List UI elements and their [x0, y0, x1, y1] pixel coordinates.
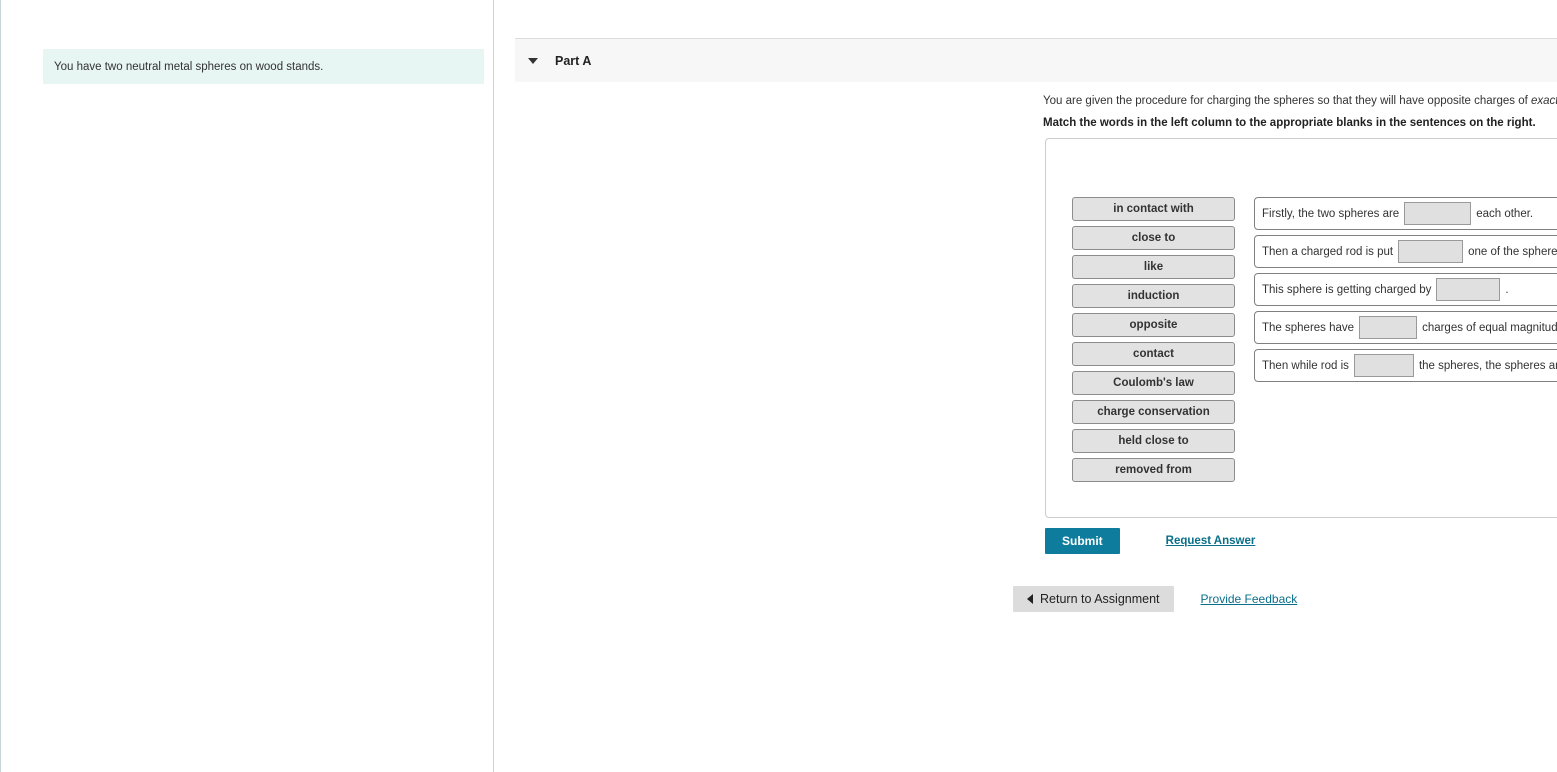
blank-drop-target[interactable]	[1436, 278, 1501, 301]
submit-row: Submit Request Answer	[1045, 528, 1255, 554]
bottom-row: Return to Assignment Provide Feedback	[1013, 586, 1297, 612]
sentence-text-pre: Then while rod is	[1262, 359, 1349, 372]
sentence-text-pre: The spheres have	[1262, 321, 1355, 334]
sentence-row: The spheres have charges of equal magnit…	[1254, 311, 1557, 344]
main-panel: Part A You are given the procedure for c…	[495, 0, 1557, 772]
word-chip[interactable]: like	[1072, 255, 1235, 279]
chevron-down-icon[interactable]	[528, 57, 538, 64]
submit-button[interactable]: Submit	[1045, 528, 1120, 554]
word-chip[interactable]: induction	[1072, 284, 1235, 308]
answer-container: Reset Help in contact with close to like…	[1045, 138, 1557, 518]
sentence-text-pre: Firstly, the two spheres are	[1262, 207, 1400, 220]
assignment-page: Review You have two neutral metal sphere…	[0, 0, 1557, 772]
return-to-assignment-label: Return to Assignment	[1040, 592, 1160, 606]
word-chip[interactable]: contact	[1072, 342, 1235, 366]
word-chip[interactable]: charge conservation	[1072, 400, 1235, 424]
page-title: Part A	[555, 53, 592, 68]
word-chip[interactable]: in contact with	[1072, 197, 1235, 221]
blank-drop-target[interactable]	[1353, 354, 1414, 377]
prompt-instruction: Match the words in the left column to th…	[1043, 117, 1536, 129]
sentence-text-pre: This sphere is getting charged by	[1262, 283, 1432, 296]
word-bank: in contact with close to like induction …	[1072, 197, 1235, 487]
word-chip[interactable]: held close to	[1072, 429, 1235, 453]
sentence-list: Firstly, the two spheres are each other.…	[1254, 197, 1557, 387]
problem-statement: You have two neutral metal spheres on wo…	[43, 49, 484, 84]
request-answer-link[interactable]: Request Answer	[1166, 535, 1256, 547]
prompt-intro-italic: exactly	[1531, 95, 1557, 107]
provide-feedback-link[interactable]: Provide Feedback	[1201, 592, 1298, 606]
sentence-row: Then while rod is the spheres, the spher…	[1254, 349, 1557, 382]
left-panel: You have two neutral metal spheres on wo…	[0, 0, 494, 772]
sentence-text-pre: Then a charged rod is put	[1262, 245, 1394, 258]
blank-drop-target[interactable]	[1398, 240, 1464, 263]
word-chip[interactable]: removed from	[1072, 458, 1235, 482]
sentence-text-post: one of the spheres.	[1468, 245, 1557, 258]
sentence-row: This sphere is getting charged by .	[1254, 273, 1557, 306]
sentence-text-post: each other.	[1476, 207, 1534, 220]
chevron-left-icon	[1027, 594, 1033, 604]
sentence-row: Firstly, the two spheres are each other.	[1254, 197, 1557, 230]
sentence-text-mid: charges of equal magnitude by	[1422, 321, 1557, 334]
sentence-text-post: the spheres, the spheres are separated.	[1418, 359, 1557, 372]
sentence-text-post: .	[1505, 283, 1509, 296]
part-header[interactable]: Part A	[515, 38, 1557, 82]
prompt-intro-before: You are given the procedure for charging…	[1043, 95, 1531, 107]
sentence-row: Then a charged rod is put one of the sph…	[1254, 235, 1557, 268]
blank-drop-target[interactable]	[1404, 202, 1472, 225]
word-chip[interactable]: close to	[1072, 226, 1235, 250]
return-to-assignment-button[interactable]: Return to Assignment	[1013, 586, 1174, 612]
word-chip[interactable]: opposite	[1072, 313, 1235, 337]
prompt-intro: You are given the procedure for charging…	[1043, 95, 1557, 107]
blank-drop-target[interactable]	[1359, 316, 1418, 339]
word-chip[interactable]: Coulomb's law	[1072, 371, 1235, 395]
